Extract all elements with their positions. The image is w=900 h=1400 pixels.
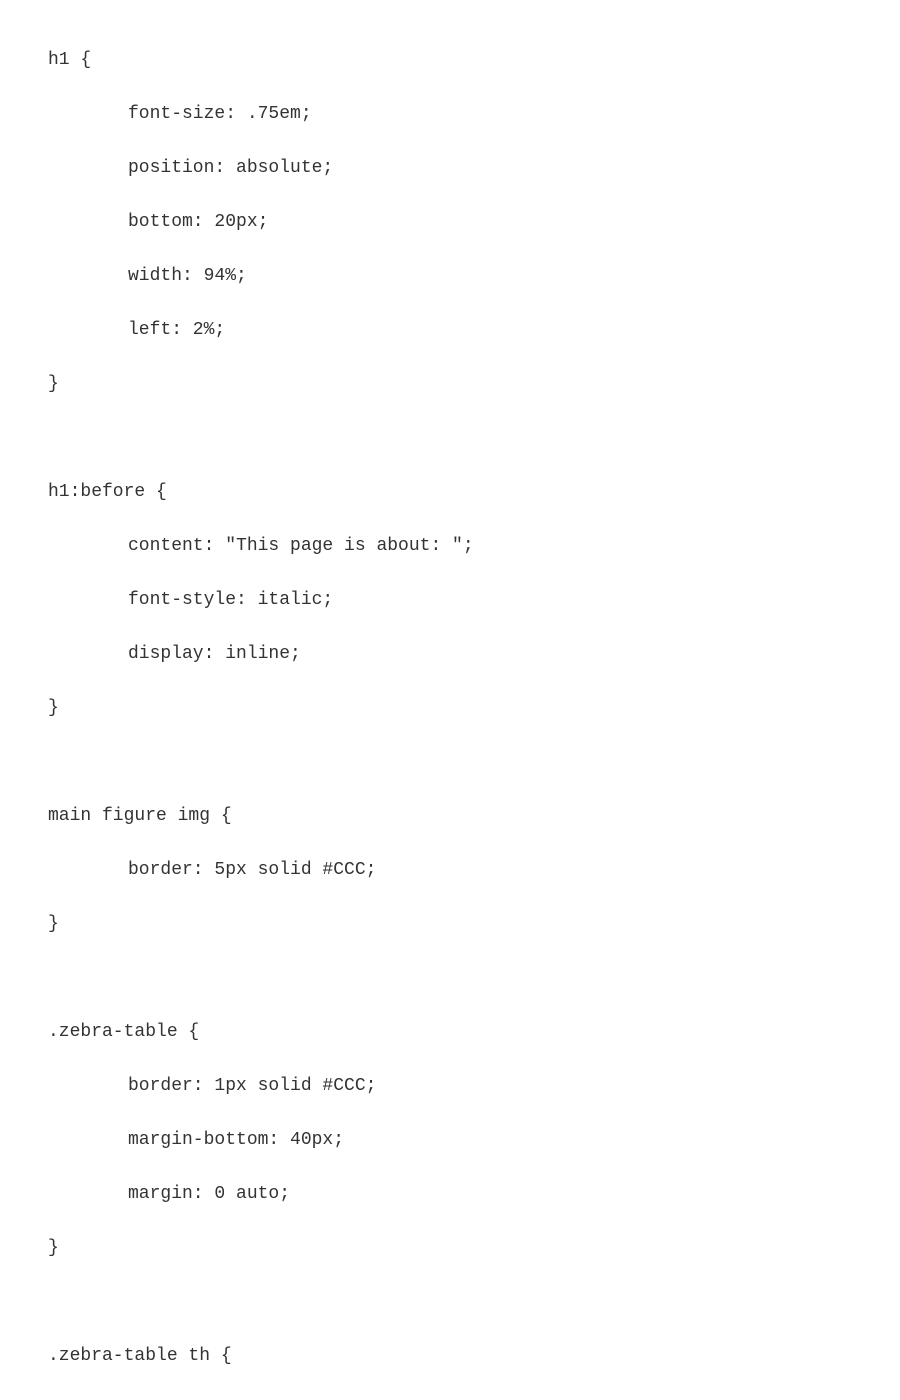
blank-line — [48, 425, 900, 452]
css-close-brace: } — [48, 911, 900, 938]
css-declaration: width: 94%; — [48, 263, 900, 290]
css-close-brace: } — [48, 1235, 900, 1262]
css-declaration: margin: 0 auto; — [48, 1181, 900, 1208]
css-code-block: h1 { font-size: .75em; position: absolut… — [0, 0, 900, 1400]
css-declaration: content: "This page is about: "; — [48, 533, 900, 560]
css-close-brace: } — [48, 371, 900, 398]
css-close-brace: } — [48, 695, 900, 722]
css-selector: h1 { — [48, 47, 900, 74]
css-declaration: border: 1px solid #CCC; — [48, 1073, 900, 1100]
css-selector: .zebra-table { — [48, 1019, 900, 1046]
blank-line — [48, 749, 900, 776]
css-declaration: left: 2%; — [48, 317, 900, 344]
css-selector: main figure img { — [48, 803, 900, 830]
css-selector: .zebra-table th { — [48, 1343, 900, 1370]
blank-line — [48, 965, 900, 992]
css-selector: h1:before { — [48, 479, 900, 506]
css-declaration: font-style: italic; — [48, 587, 900, 614]
css-declaration: bottom: 20px; — [48, 209, 900, 236]
css-declaration: text-align: center; — [48, 1397, 900, 1400]
css-declaration: font-size: .75em; — [48, 101, 900, 128]
css-declaration: display: inline; — [48, 641, 900, 668]
blank-line — [48, 1289, 900, 1316]
css-declaration: position: absolute; — [48, 155, 900, 182]
css-declaration: margin-bottom: 40px; — [48, 1127, 900, 1154]
css-declaration: border: 5px solid #CCC; — [48, 857, 900, 884]
